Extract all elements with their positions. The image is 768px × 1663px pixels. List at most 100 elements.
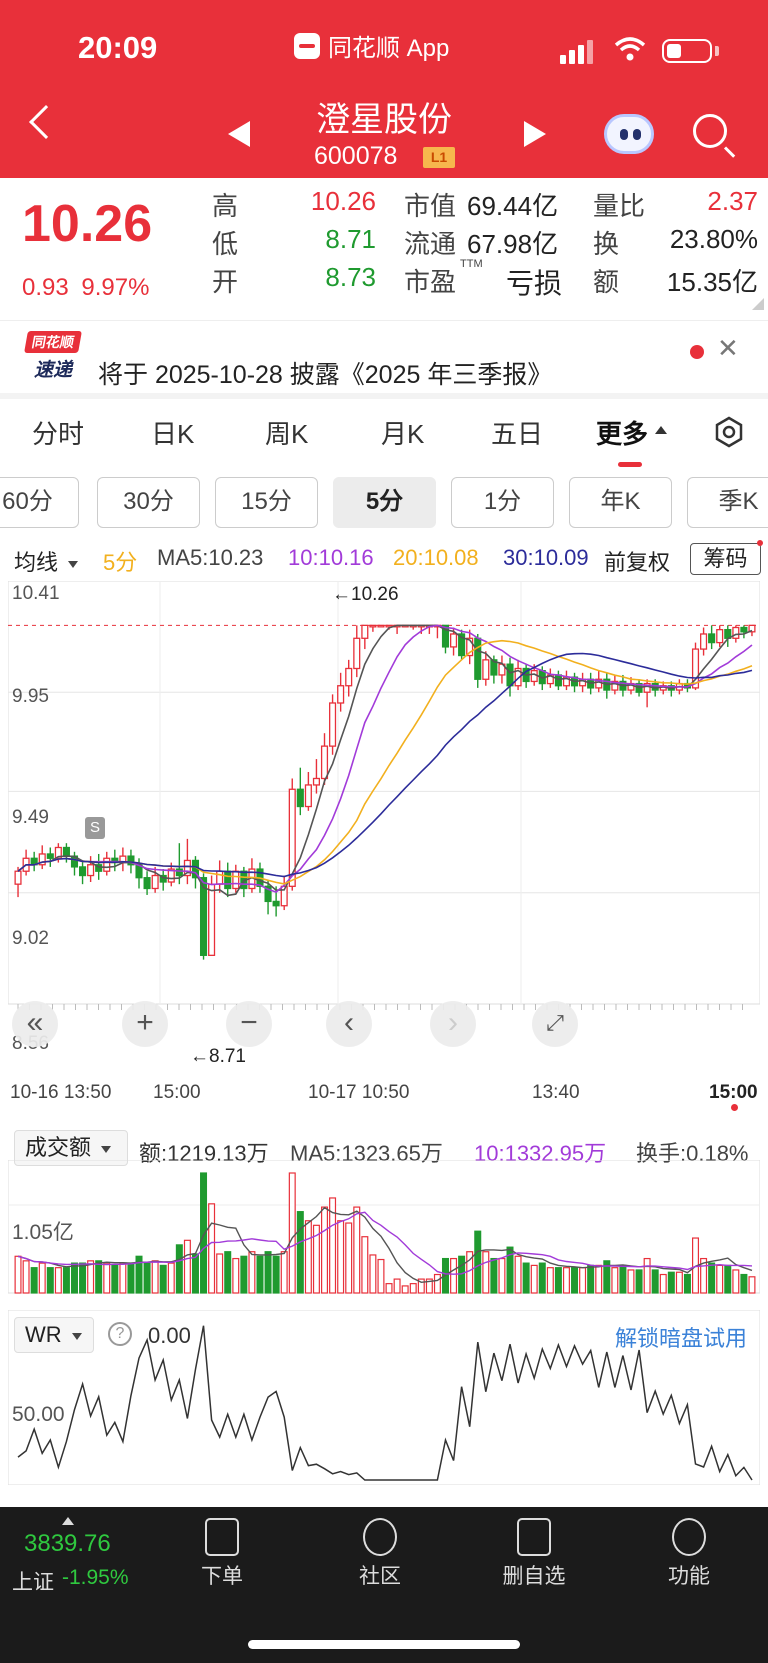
tab-monthly-k[interactable]: 月K xyxy=(381,414,424,451)
nav-functions[interactable]: 功能 xyxy=(639,1518,739,1590)
nav-order[interactable]: 下单 xyxy=(172,1518,272,1590)
low-marker: ←8.71 xyxy=(190,1046,246,1067)
news-banner[interactable]: 同花顺 速递 将于 2025-10-28 披露《2025 年三季报》 xyxy=(0,320,768,390)
period-yearly-k[interactable]: 年K xyxy=(569,477,672,528)
volume-bar xyxy=(595,1264,603,1294)
ma5-value: MA5:10.23 xyxy=(157,545,264,570)
expand-corner-icon[interactable] xyxy=(752,298,764,310)
high-marker: ←10.26 xyxy=(332,584,399,605)
volume-bar xyxy=(377,1258,385,1294)
nav-remove-watchlist[interactable]: 删自选 xyxy=(484,1518,584,1590)
search-icon[interactable] xyxy=(693,114,727,148)
ai-robot-icon[interactable] xyxy=(604,114,654,154)
candle-body xyxy=(369,624,377,628)
candle-body xyxy=(700,633,708,650)
tab-five-day[interactable]: 五日 xyxy=(491,414,543,451)
scroll-left-icon[interactable]: « xyxy=(12,1001,58,1047)
volume-bar xyxy=(70,1262,78,1294)
period-quarterly-k[interactable]: 季K xyxy=(687,477,768,528)
next-icon[interactable]: › xyxy=(430,1001,476,1047)
mcap-value: 69.44亿 xyxy=(467,191,559,221)
tab-more[interactable]: 更多 xyxy=(596,414,648,451)
candle-body xyxy=(482,659,490,680)
fullscreen-icon[interactable]: ⤢ xyxy=(532,1001,578,1047)
volume-bar xyxy=(635,1269,643,1294)
volume-bar xyxy=(337,1220,345,1294)
volume-bar xyxy=(474,1230,482,1294)
volume-bar xyxy=(216,1253,224,1294)
volume-bar xyxy=(562,1267,570,1294)
volume-bar xyxy=(748,1276,756,1294)
back-icon[interactable] xyxy=(29,105,63,139)
volume-bar xyxy=(490,1257,498,1294)
chips-button[interactable]: 筹码 xyxy=(690,543,761,575)
settings-gear-icon[interactable] xyxy=(713,416,745,448)
volume-bar xyxy=(651,1269,659,1294)
period-30m[interactable]: 30分 xyxy=(97,477,200,528)
volume-bar xyxy=(224,1251,232,1294)
period-5m[interactable]: 5分 xyxy=(333,477,436,528)
high-label: 高 xyxy=(212,191,239,221)
volume-bar xyxy=(732,1269,740,1294)
adjust-mode[interactable]: 前复权 xyxy=(604,545,670,577)
volume-bar xyxy=(127,1262,135,1294)
volume-bar xyxy=(538,1262,546,1294)
candle-body xyxy=(46,853,54,859)
volume-bar xyxy=(482,1251,490,1294)
candle-body xyxy=(232,870,240,890)
volume-bar xyxy=(272,1255,280,1294)
candle-body xyxy=(304,784,312,808)
volume-bar xyxy=(248,1251,256,1294)
prev-stock-icon[interactable] xyxy=(228,121,250,147)
nav-community[interactable]: 社区 xyxy=(330,1518,430,1590)
period-60m[interactable]: 60分 xyxy=(0,477,79,528)
index-name[interactable]: 上证 xyxy=(12,1566,54,1596)
tab-daily-k[interactable]: 日K xyxy=(151,414,194,451)
tab-weekly-k[interactable]: 周K xyxy=(265,414,308,451)
volume-bar xyxy=(321,1206,329,1294)
volume-y-label: 1.05亿 xyxy=(12,1221,74,1244)
volume-bar xyxy=(183,1239,191,1294)
order-icon xyxy=(205,1518,239,1556)
candle-body xyxy=(175,868,183,877)
zoom-in-icon[interactable]: + xyxy=(122,1001,168,1047)
volume-bar xyxy=(546,1267,554,1294)
index-change[interactable]: -1.95% xyxy=(62,1566,129,1590)
volume-bar xyxy=(103,1262,111,1294)
y-label: 9.95 xyxy=(12,686,49,707)
candle-body xyxy=(14,870,22,885)
volume-bar xyxy=(530,1264,538,1294)
volume-bar xyxy=(643,1257,651,1294)
app-indicator[interactable]: 同花顺 App xyxy=(294,28,449,63)
prev-icon[interactable]: ‹ xyxy=(326,1001,372,1047)
vr-value: 2.37 xyxy=(707,186,758,216)
kline-chart[interactable] xyxy=(8,581,760,1062)
volume-bar xyxy=(111,1264,119,1294)
volume-bar xyxy=(143,1262,151,1294)
index-value[interactable]: 3839.76 xyxy=(24,1530,111,1558)
volume-bar xyxy=(724,1264,732,1294)
ma-dropdown[interactable]: 均线 xyxy=(14,545,79,577)
last-price: 10.26 xyxy=(22,195,153,253)
header-bar: 20:09 同花顺 App 澄星股份 600078 L1 xyxy=(0,0,768,178)
volume-chart[interactable] xyxy=(8,1160,760,1298)
mcap-label: 市值 xyxy=(404,191,457,221)
y-label: 9.02 xyxy=(12,928,49,949)
battery-icon xyxy=(662,39,712,63)
candle-body xyxy=(377,624,385,628)
caret-up-icon xyxy=(655,426,667,434)
tab-intraday[interactable]: 分时 xyxy=(32,414,84,451)
period-15m[interactable]: 15分 xyxy=(215,477,318,528)
home-indicator[interactable] xyxy=(248,1640,520,1649)
volume-bar xyxy=(87,1260,95,1294)
volume-bar xyxy=(401,1285,409,1294)
zoom-out-icon[interactable]: − xyxy=(226,1001,272,1047)
period-1m[interactable]: 1分 xyxy=(451,477,554,528)
next-stock-icon[interactable] xyxy=(524,121,546,147)
volume-bar xyxy=(514,1255,522,1294)
volume-bar xyxy=(498,1257,506,1294)
status-time: 20:09 xyxy=(78,30,158,65)
close-icon[interactable]: ✕ xyxy=(717,335,739,361)
s-marker[interactable]: S xyxy=(85,817,105,839)
volume-bar xyxy=(353,1206,361,1294)
